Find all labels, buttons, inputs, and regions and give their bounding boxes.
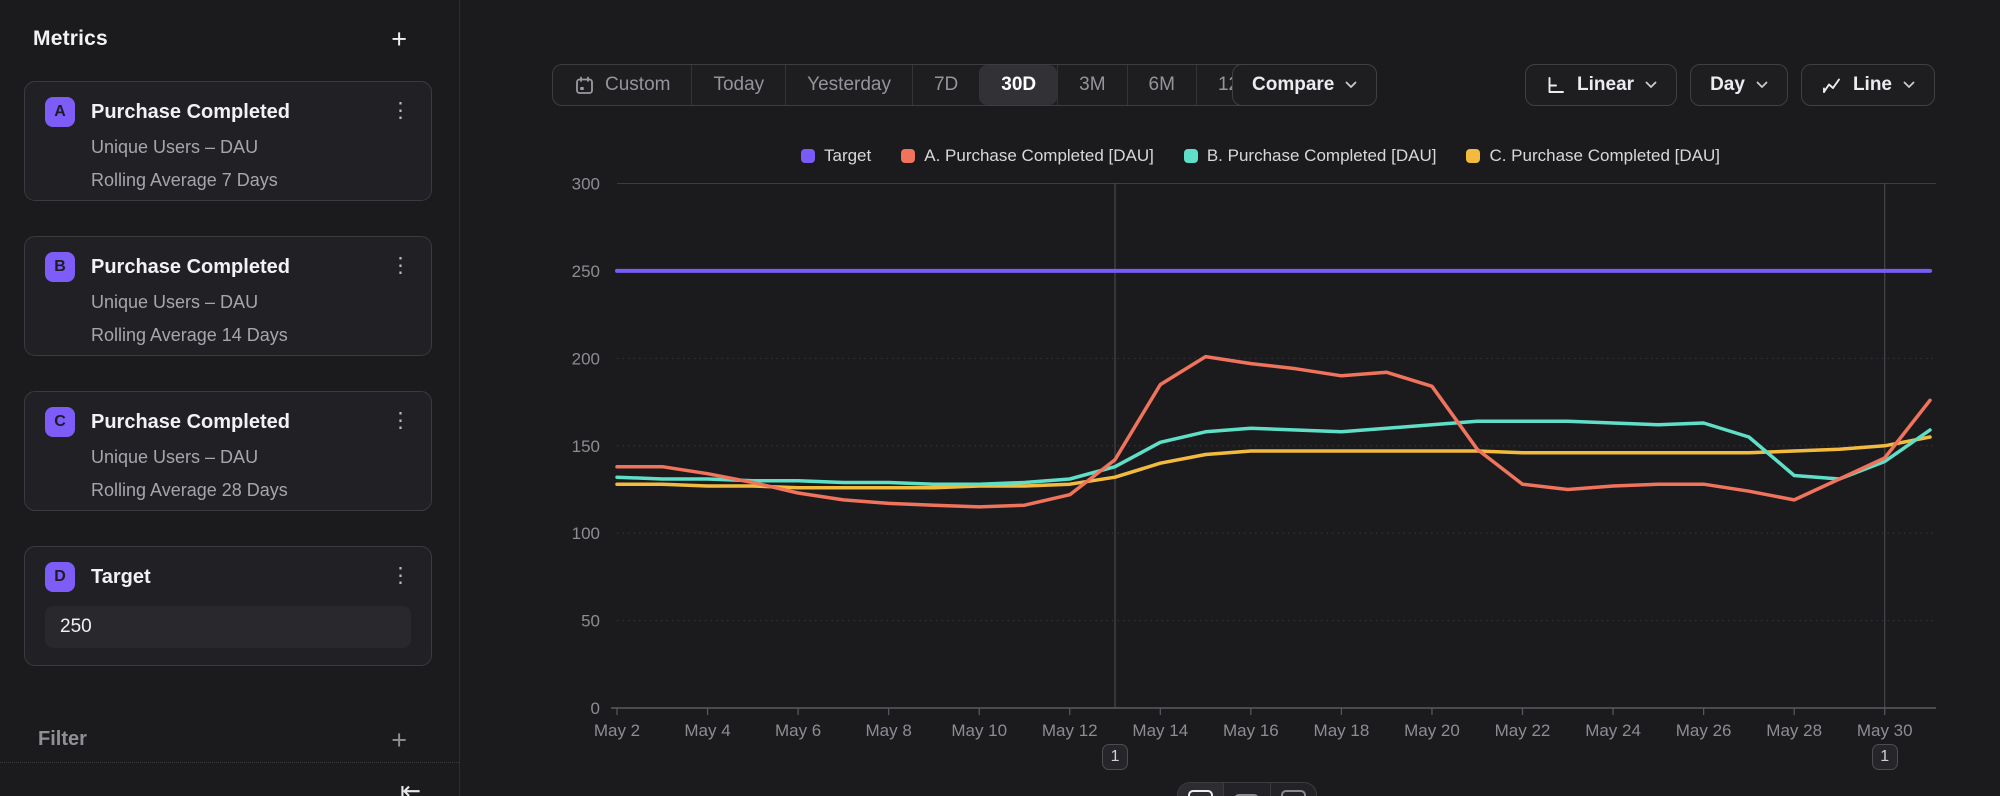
metric-card-c[interactable]: C Purchase Completed ⋮ Unique Users – DA…: [24, 391, 432, 511]
metric-badge-c: C: [45, 407, 75, 437]
metric-title: Purchase Completed: [91, 101, 290, 124]
metrics-heading: Metrics: [33, 27, 108, 51]
annotation-badge[interactable]: 1: [1872, 744, 1898, 770]
svg-text:May 26: May 26: [1676, 721, 1732, 740]
metric-card-a[interactable]: A Purchase Completed ⋮ Unique Users – DA…: [24, 81, 432, 201]
panel-large-button[interactable]: [1178, 783, 1223, 796]
svg-text:0: 0: [591, 699, 600, 718]
svg-text:May 14: May 14: [1132, 721, 1188, 740]
collapse-sidebar-button[interactable]: ⇤: [400, 776, 421, 796]
svg-text:100: 100: [572, 524, 600, 543]
svg-text:May 16: May 16: [1223, 721, 1279, 740]
svg-text:May 18: May 18: [1314, 721, 1370, 740]
svg-text:150: 150: [572, 437, 600, 456]
filter-section: Filter +: [0, 728, 459, 751]
panel-size-toggle: [1177, 782, 1317, 796]
add-metric-button[interactable]: +: [391, 29, 407, 49]
target-title: Target: [91, 566, 151, 589]
sidebar-divider: [0, 762, 459, 763]
metric-measure: Unique Users – DAU: [91, 292, 411, 313]
metric-badge-b: B: [45, 252, 75, 282]
svg-text:May 30: May 30: [1857, 721, 1913, 740]
svg-text:300: 300: [572, 175, 600, 194]
svg-text:250: 250: [572, 262, 600, 281]
collapse-left-icon: ⇤: [400, 776, 421, 796]
target-value-input[interactable]: [45, 606, 411, 648]
chart-canvas: 0 50 100 150 200 250 300 May 2 May 4 May 6 May 8 Ma…: [461, 0, 2000, 796]
metric-measure: Unique Users – DAU: [91, 447, 411, 468]
sidebar-header: Metrics +: [0, 0, 459, 51]
svg-text:50: 50: [581, 612, 600, 631]
svg-text:May 22: May 22: [1495, 721, 1551, 740]
panel-small-icon: [1281, 790, 1306, 796]
more-options-icon[interactable]: ⋮: [384, 251, 417, 281]
svg-text:May 12: May 12: [1042, 721, 1098, 740]
svg-text:May 28: May 28: [1766, 721, 1822, 740]
svg-text:May 6: May 6: [775, 721, 821, 740]
metric-transform: Rolling Average 7 Days: [91, 170, 411, 191]
metric-badge-d: D: [45, 562, 75, 592]
chart-panel: Custom Today Yesterday 7D 30D 3M 6M 12M …: [461, 0, 2000, 796]
more-options-icon[interactable]: ⋮: [384, 406, 417, 436]
panel-half-button[interactable]: [1223, 783, 1269, 796]
metric-measure: Unique Users – DAU: [91, 137, 411, 158]
metric-transform: Rolling Average 14 Days: [91, 325, 411, 346]
metric-card-b[interactable]: B Purchase Completed ⋮ Unique Users – DA…: [24, 236, 432, 356]
metric-title: Purchase Completed: [91, 256, 290, 279]
svg-text:May 2: May 2: [594, 721, 640, 740]
svg-text:May 24: May 24: [1585, 721, 1641, 740]
add-filter-button[interactable]: +: [391, 730, 407, 750]
metric-card-list: A Purchase Completed ⋮ Unique Users – DA…: [0, 81, 459, 666]
svg-text:May 20: May 20: [1404, 721, 1460, 740]
metric-transform: Rolling Average 28 Days: [91, 480, 411, 501]
analytics-dashboard: Metrics + A Purchase Completed ⋮ Unique …: [0, 0, 2000, 796]
metric-title: Purchase Completed: [91, 411, 290, 434]
panel-small-button[interactable]: [1270, 783, 1316, 796]
metric-badge-a: A: [45, 97, 75, 127]
panel-large-icon: [1188, 790, 1213, 796]
metrics-sidebar: Metrics + A Purchase Completed ⋮ Unique …: [0, 0, 460, 796]
filter-heading: Filter: [38, 728, 87, 751]
svg-text:200: 200: [572, 349, 600, 368]
target-card[interactable]: D Target ⋮: [24, 546, 432, 666]
svg-text:May 10: May 10: [951, 721, 1007, 740]
svg-text:May 8: May 8: [866, 721, 912, 740]
more-options-icon[interactable]: ⋮: [384, 561, 417, 591]
more-options-icon[interactable]: ⋮: [384, 96, 417, 126]
annotation-badge[interactable]: 1: [1102, 744, 1128, 770]
svg-text:May 4: May 4: [684, 721, 730, 740]
